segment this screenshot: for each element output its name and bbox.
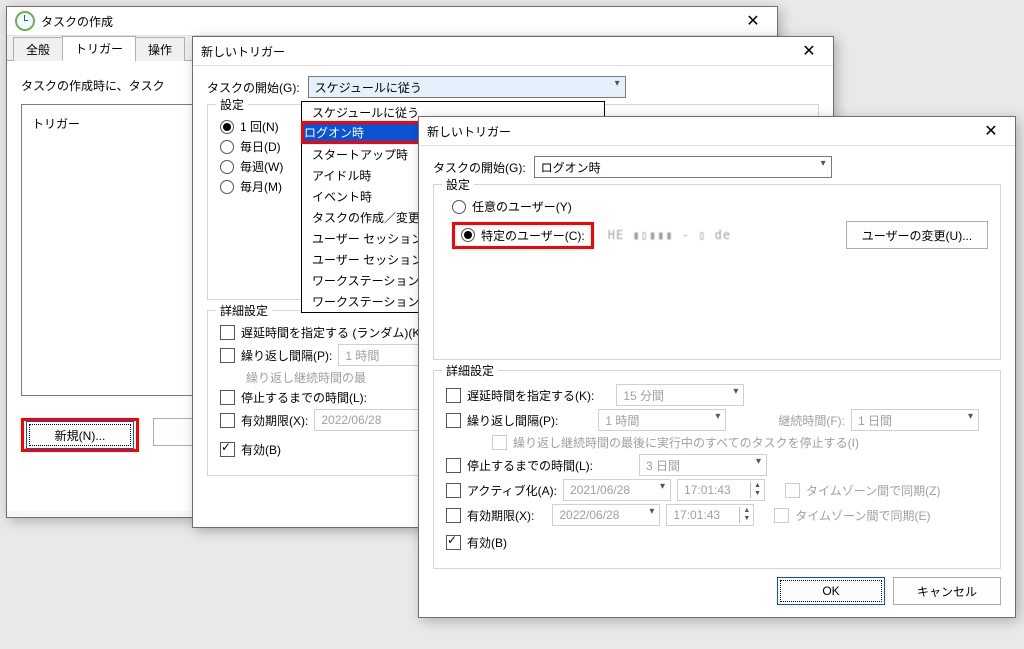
ok-button[interactable]: OK [777, 577, 885, 605]
tz-sync-e-label: タイムゾーン間で同期(E) [795, 507, 930, 524]
repeat-select[interactable]: 1 時間 [598, 409, 726, 431]
expire-date-value: 2022/06/28 [559, 508, 619, 522]
any-user-radio[interactable] [452, 200, 466, 214]
repeat-check[interactable] [446, 413, 461, 428]
freq-weekly-radio[interactable] [220, 160, 234, 174]
freq-once-radio[interactable] [220, 120, 234, 134]
close-icon[interactable]: ✕ [971, 118, 1011, 144]
tab-action[interactable]: 操作 [135, 37, 185, 61]
stop-value: 3 日間 [646, 457, 680, 474]
repeat-stop-check [492, 435, 507, 450]
repeat-value: 1 時間 [605, 412, 639, 429]
repeat-note: 繰り返し継続時間の最 [246, 369, 366, 386]
expire-check[interactable] [220, 413, 235, 428]
clock-icon [15, 11, 35, 31]
expire-label: 有効期限(X): [241, 412, 308, 429]
enabled-label: 有効(B) [467, 534, 507, 551]
tab-trigger[interactable]: トリガー [62, 36, 136, 61]
repeat-label: 繰り返し間隔(P): [241, 347, 332, 364]
tz-sync-z-label: タイムゾーン間で同期(Z) [806, 482, 940, 499]
enabled-check[interactable] [220, 442, 235, 457]
begin-label: タスクの開始(G): [433, 159, 526, 176]
enabled-label: 有効(B) [241, 441, 281, 458]
repeat-check[interactable] [220, 348, 235, 363]
specific-user-radio[interactable] [461, 228, 475, 242]
repeat-dur-value: 1 日間 [858, 412, 892, 429]
tz-sync-e-check [774, 508, 789, 523]
activate-time-value: 17:01:43 [678, 483, 750, 497]
change-user-button[interactable]: ユーザーの変更(U)... [846, 221, 988, 249]
settings-group: 設定 任意のユーザー(Y) 特定のユーザー(C): HE ▮▯▮▮▮ - ▯ d… [433, 184, 1001, 360]
repeat-dur-select[interactable]: 1 日間 [851, 409, 979, 431]
enabled-check[interactable] [446, 535, 461, 550]
begin-select[interactable]: ログオン時 [534, 156, 832, 178]
delay-label: 遅延時間を指定する (ランダム)(K): [241, 324, 428, 341]
repeat-label: 繰り返し間隔(P): [467, 412, 558, 429]
window-title: 新しいトリガー [201, 43, 285, 60]
stop-label: 停止するまでの時間(L): [467, 457, 593, 474]
expire-date[interactable]: 2022/06/28 [552, 504, 660, 526]
tab-general[interactable]: 全般 [13, 37, 63, 61]
specific-user-label: 特定のユーザー(C): [481, 227, 585, 244]
activate-label: アクティブ化(A): [467, 482, 557, 499]
titlebar: タスクの作成 ✕ [7, 7, 777, 36]
tz-sync-z-check [785, 483, 800, 498]
settings-label: 設定 [216, 96, 248, 113]
freq-weekly-label: 毎週(W) [240, 158, 283, 175]
begin-select[interactable]: スケジュールに従う [308, 76, 626, 98]
highlight-new: 新規(N)... [21, 418, 139, 452]
expire-label: 有効期限(X): [467, 507, 534, 524]
begin-label: タスクの開始(G): [207, 79, 300, 96]
titlebar: 新しいトリガー ✕ [419, 117, 1015, 146]
activate-time[interactable]: 17:01:43 ▲▼ [677, 479, 765, 501]
advanced-label: 詳細設定 [442, 362, 498, 379]
delay-label: 遅延時間を指定する(K): [467, 387, 594, 404]
freq-once-label: 1 回(N) [240, 118, 279, 135]
expire-time-value: 17:01:43 [667, 508, 739, 522]
delay-value: 15 分間 [623, 387, 664, 404]
close-icon[interactable]: ✕ [789, 38, 829, 64]
titlebar: 新しいトリガー ✕ [193, 37, 833, 66]
stop-check[interactable] [446, 458, 461, 473]
freq-daily-radio[interactable] [220, 140, 234, 154]
new-trigger-window-logon: 新しいトリガー ✕ タスクの開始(G): ログオン時 設定 任意のユーザー(Y)… [418, 116, 1016, 618]
cancel-button[interactable]: キャンセル [893, 577, 1001, 605]
freq-monthly-label: 毎月(M) [240, 178, 282, 195]
dropdown-item[interactable]: ログオン時 [304, 126, 364, 140]
any-user-label: 任意のユーザー(Y) [472, 198, 572, 215]
stop-check[interactable] [220, 390, 235, 405]
repeat-note: 繰り返し継続時間の最後に実行中のすべてのタスクを停止する(I) [513, 434, 859, 451]
settings-label: 設定 [442, 176, 474, 193]
activate-date[interactable]: 2021/06/28 [563, 479, 671, 501]
freq-monthly-radio[interactable] [220, 180, 234, 194]
repeat-dur-label: 継続時間(F): [778, 412, 845, 429]
new-button[interactable]: 新規(N)... [26, 421, 134, 449]
window-title: 新しいトリガー [427, 123, 511, 140]
window-title: タスクの作成 [41, 13, 113, 30]
spinner-icon[interactable]: ▲▼ [739, 507, 753, 523]
advanced-label: 詳細設定 [216, 302, 272, 319]
begin-select-value: ログオン時 [541, 159, 601, 176]
activate-check[interactable] [446, 483, 461, 498]
delay-select[interactable]: 15 分間 [616, 384, 744, 406]
spinner-icon[interactable]: ▲▼ [750, 482, 764, 498]
delay-check[interactable] [446, 388, 461, 403]
highlight-logon: ログオン時 [301, 121, 435, 144]
stop-select[interactable]: 3 日間 [639, 454, 767, 476]
delay-check[interactable] [220, 325, 235, 340]
user-name-blurred: HE ▮▯▮▮▮ - ▯ de [608, 228, 731, 242]
expire-time[interactable]: 17:01:43 ▲▼ [666, 504, 754, 526]
freq-daily-label: 毎日(D) [240, 138, 281, 155]
dialog-buttons: OK キャンセル [777, 577, 1001, 605]
activate-date-value: 2021/06/28 [570, 483, 630, 497]
close-icon[interactable]: ✕ [733, 8, 773, 34]
expire-date-value: 2022/06/28 [321, 413, 381, 427]
advanced-group: 詳細設定 遅延時間を指定する(K): 15 分間 繰り返し間隔(P): 1 時間… [433, 370, 1001, 569]
expire-check[interactable] [446, 508, 461, 523]
repeat-value: 1 時間 [345, 347, 379, 364]
stop-label: 停止するまでの時間(L): [241, 389, 367, 406]
begin-select-value: スケジュールに従う [315, 79, 422, 96]
highlight-specific-user: 特定のユーザー(C): [452, 222, 594, 249]
